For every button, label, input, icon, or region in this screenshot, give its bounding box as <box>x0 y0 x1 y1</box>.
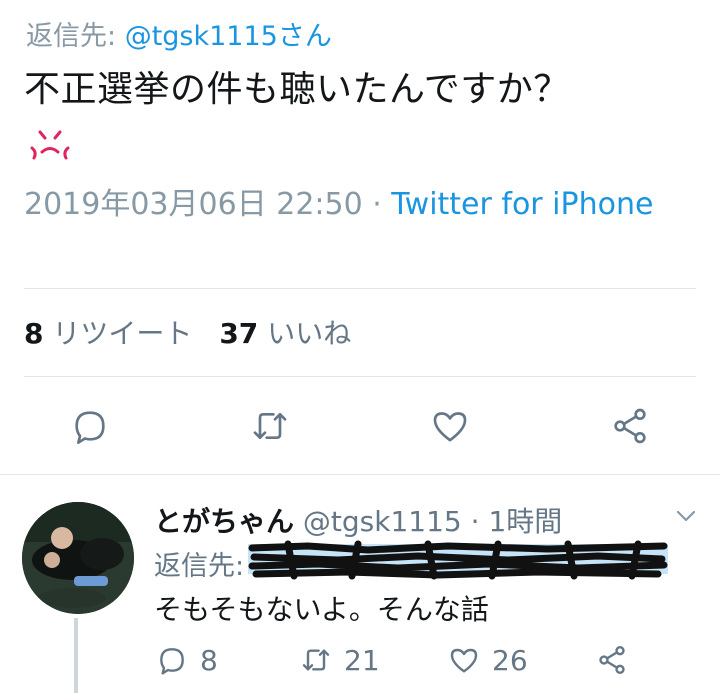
reply-count: 8 <box>200 643 218 677</box>
reply-time[interactable]: · 1時間 <box>471 505 563 538</box>
reply-retweet-button[interactable]: 21 <box>300 642 380 678</box>
reply-share-button[interactable] <box>596 642 640 678</box>
like-count[interactable]: 37 <box>219 317 258 350</box>
retweet-count[interactable]: 8 <box>24 317 43 350</box>
reply-to-suffix: さん <box>277 21 332 52</box>
chevron-down-icon[interactable] <box>672 506 700 526</box>
share-icon <box>599 646 625 674</box>
reply-to-prefix: 返信先: <box>26 21 125 52</box>
retweet-label[interactable]: リツイート <box>52 317 192 350</box>
divider <box>24 376 696 377</box>
retweet-icon <box>253 413 287 439</box>
tweet-timestamp[interactable]: 2019年03月06日 22:50 <box>24 187 363 222</box>
tweet-meta: 2019年03月06日 22:50 · Twitter for iPhone <box>24 186 664 224</box>
reply-author: とがちゃん @tgsk1115 · 1時間 <box>154 500 562 540</box>
reply-icon <box>75 411 105 444</box>
reply-to-prefix: 返信先: <box>154 551 245 582</box>
share-button[interactable] <box>606 402 654 450</box>
tweet-text: 不正選挙の件も聴いたんですか？ <box>24 69 570 110</box>
like-label[interactable]: いいね <box>267 317 351 350</box>
reply-icon <box>160 648 184 675</box>
reply-to-line: 返信先: @tgsk1115さん <box>26 14 332 53</box>
retweet-icon <box>302 649 330 671</box>
reply-text: そもそもないよ。そんな話 <box>154 593 489 626</box>
reply-button[interactable] <box>66 402 114 450</box>
share-icon <box>614 408 646 444</box>
reply-to-line: 返信先: <box>154 544 244 583</box>
reply-like-button[interactable]: 26 <box>448 642 528 678</box>
divider <box>0 474 720 475</box>
tweet-stats: 8 リツイート 37 いいね <box>24 312 369 352</box>
heart-icon <box>433 412 467 442</box>
reply-reply-button[interactable]: 8 <box>156 642 218 678</box>
like-count: 26 <box>492 643 528 677</box>
retweet-count: 21 <box>344 643 380 677</box>
thread-line <box>74 618 78 693</box>
retweet-button[interactable] <box>246 402 294 450</box>
anger-face-icon <box>28 128 72 168</box>
redaction-scribble <box>248 538 668 580</box>
heart-icon <box>450 648 478 673</box>
author-handle[interactable]: @tgsk1115 <box>303 505 462 538</box>
author-name[interactable]: とがちゃん <box>154 505 294 538</box>
reply-to-handle[interactable]: @tgsk1115 <box>125 21 278 52</box>
like-button[interactable] <box>426 402 474 450</box>
meta-separator: · <box>362 187 392 222</box>
avatar[interactable] <box>22 502 134 614</box>
divider <box>24 288 696 289</box>
tweet-source-link[interactable]: Twitter for iPhone <box>391 187 653 222</box>
